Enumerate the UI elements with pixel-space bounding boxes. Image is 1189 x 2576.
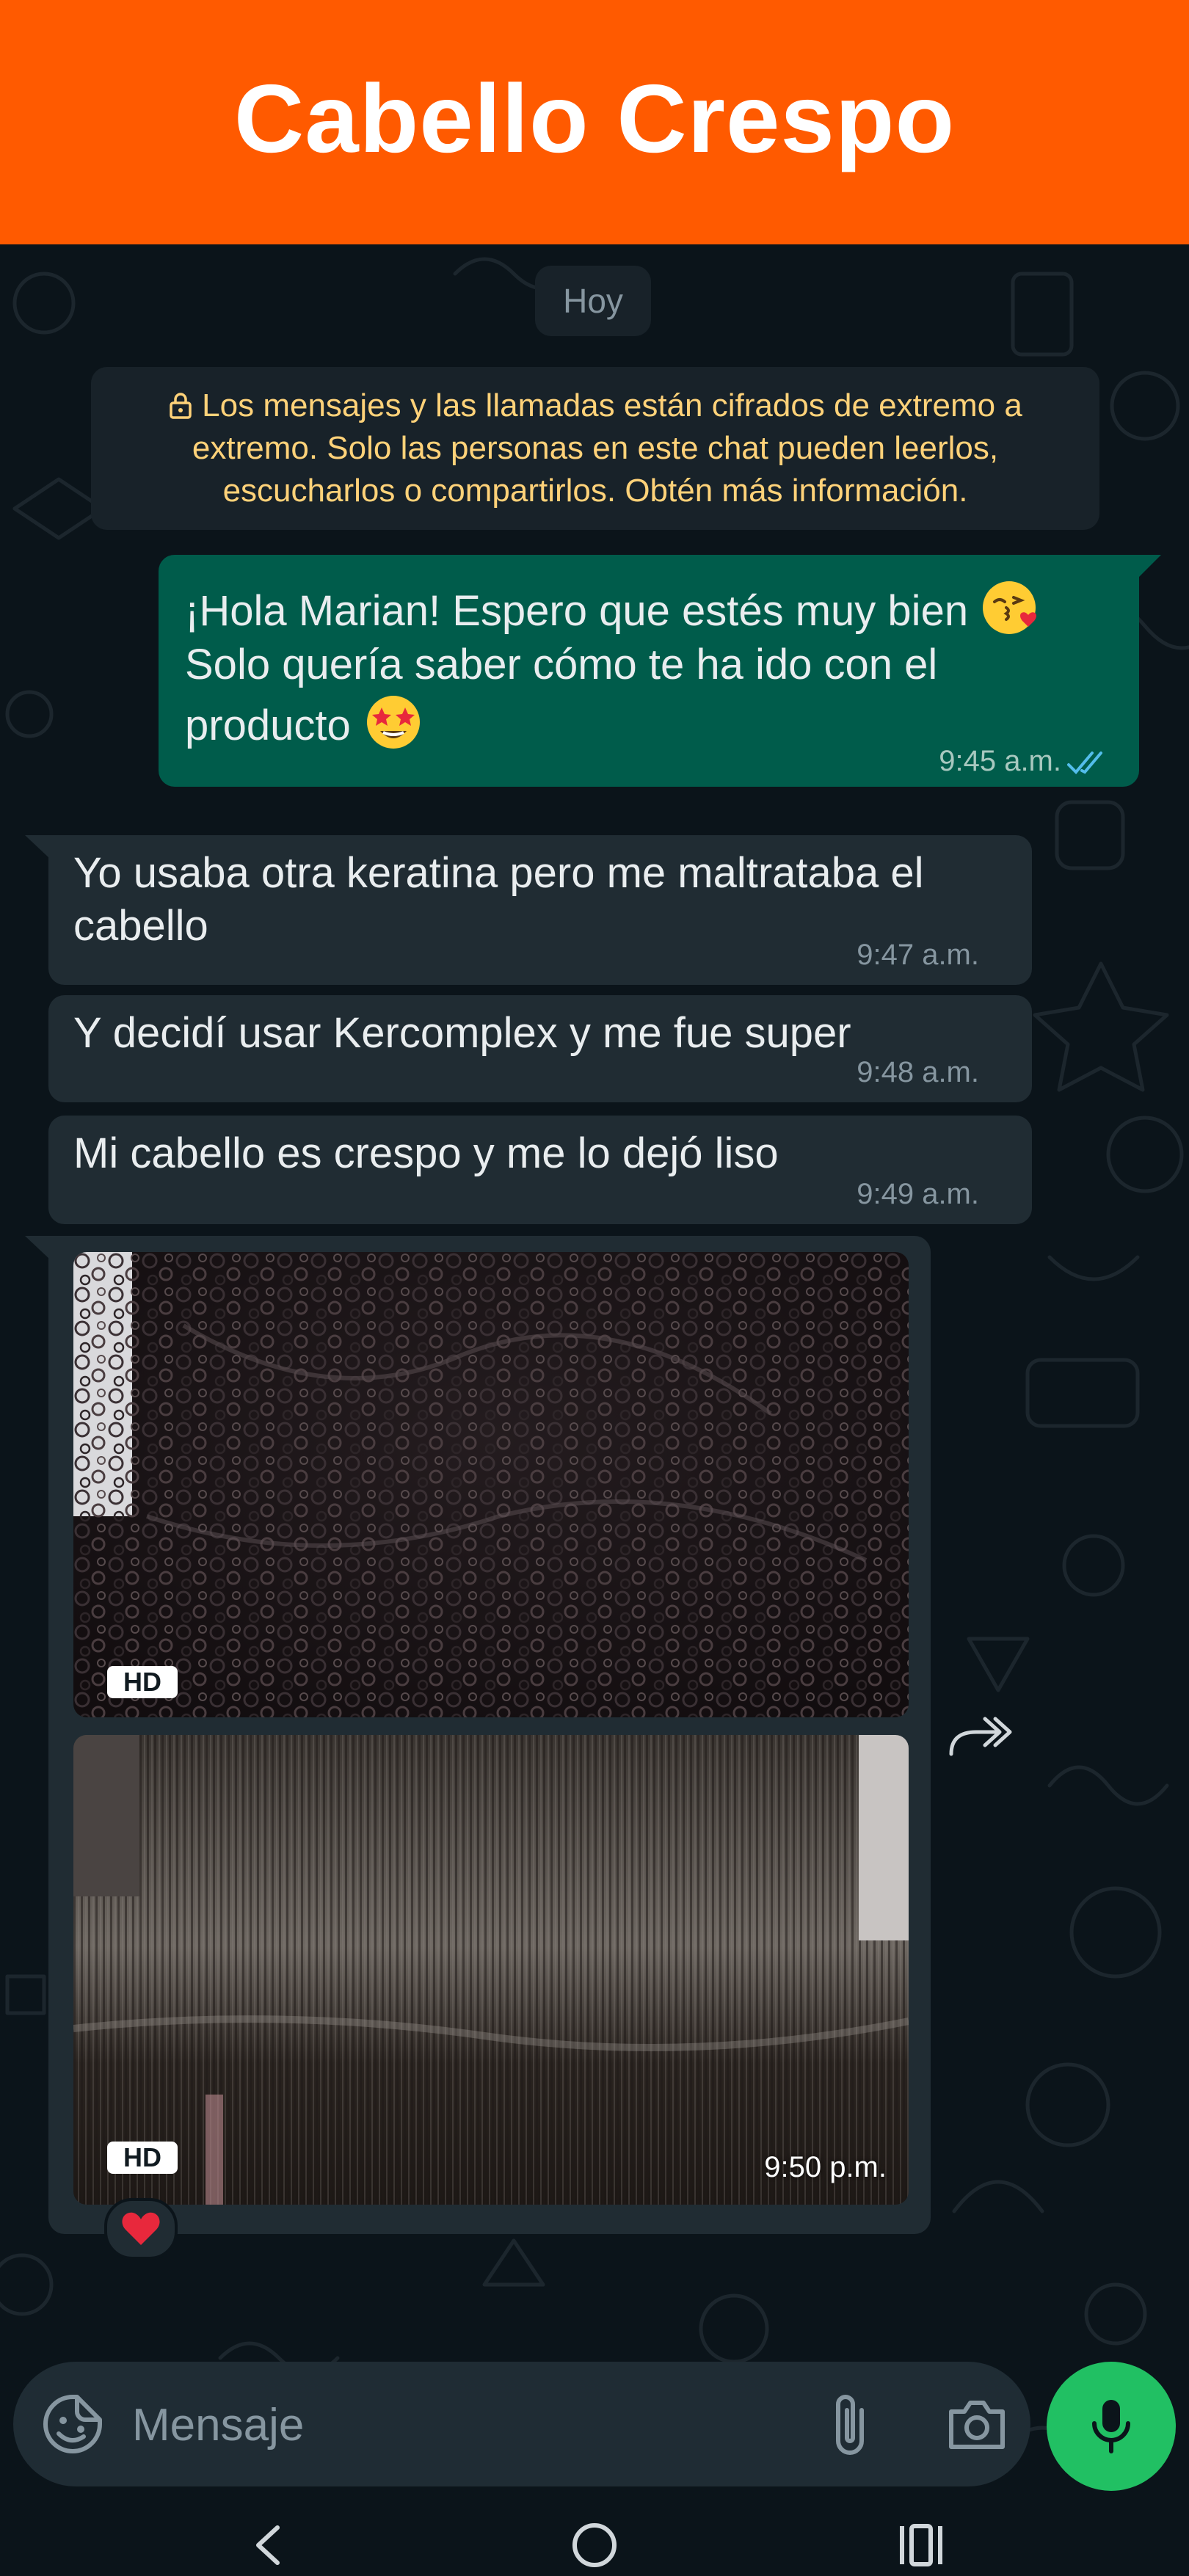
camera-icon[interactable]: [944, 2391, 1010, 2457]
encryption-notice-text: Los mensajes y las llamadas están cifrad…: [192, 388, 1022, 509]
incoming-message-time: 9:47 a.m.: [857, 939, 979, 971]
read-ticks-icon: [1067, 752, 1102, 774]
incoming-bubble-tail: [25, 835, 50, 859]
hd-badge: HD: [107, 2142, 178, 2174]
incoming-message-time: 9:49 a.m.: [857, 1178, 979, 1210]
chat-screen: Cabello Crespo Hoy Los mensajes y las ll…: [0, 0, 1189, 2576]
incoming-message-text: Mi cabello es crespo y me lo dejó liso: [73, 1129, 779, 1177]
photo-message-time: 9:50 p.m.: [764, 2151, 887, 2183]
chat-header: Cabello Crespo: [0, 0, 1189, 244]
page-title: Cabello Crespo: [233, 65, 956, 172]
outgoing-text-part1: ¡Hola Marian! Espero que estés muy bien: [185, 587, 969, 635]
outgoing-text-part2: Solo quería saber cómo te ha ido con el …: [185, 641, 938, 749]
incoming-bubble-tail: [25, 1236, 50, 1259]
incoming-message[interactable]: Yo usaba otra keratina pero me maltratab…: [48, 835, 1032, 985]
back-icon: [256, 2525, 280, 2565]
nav-home-button[interactable]: [561, 2512, 628, 2576]
straight-hair-image: [73, 1735, 909, 2205]
incoming-message-text: Y decidí usar Kercomplex y me fue super: [73, 1009, 851, 1057]
date-chip: Hoy: [535, 266, 651, 336]
heart-reaction[interactable]: [104, 2198, 178, 2260]
outgoing-message-text: ¡Hola Marian! Espero que estés muy bien …: [185, 577, 1110, 753]
curly-hair-image: [73, 1252, 909, 1717]
nav-back-button[interactable]: [235, 2512, 301, 2576]
encryption-notice[interactable]: Los mensajes y las llamadas están cifrad…: [91, 367, 1099, 530]
microphone-icon: [1092, 2400, 1130, 2453]
heart-icon: [122, 2212, 160, 2245]
system-navigation-bar: [0, 2499, 1189, 2576]
message-input[interactable]: [131, 2384, 794, 2466]
outgoing-message-time: 9:45 a.m.: [939, 745, 1061, 777]
outgoing-message[interactable]: ¡Hola Marian! Espero que estés muy bien …: [159, 555, 1139, 787]
star-struck-emoji-icon: [366, 696, 420, 749]
recents-icon: [900, 2524, 942, 2566]
kissing-heart-emoji-icon: [983, 581, 1037, 634]
hd-badge: HD: [107, 1666, 178, 1698]
voice-message-button[interactable]: [1047, 2362, 1176, 2491]
photo-before-curly-hair[interactable]: HD: [73, 1252, 909, 1717]
incoming-message[interactable]: Y decidí usar Kercomplex y me fue super …: [48, 995, 1032, 1102]
photo-after-straight-hair[interactable]: HD 9:50 p.m.: [73, 1735, 909, 2205]
incoming-message-time: 9:48 a.m.: [857, 1056, 979, 1088]
message-composer: [13, 2362, 1030, 2486]
nav-recents-button[interactable]: [888, 2512, 954, 2576]
incoming-message[interactable]: Mi cabello es crespo y me lo dejó liso 9…: [48, 1116, 1032, 1224]
incoming-message-text: Yo usaba otra keratina pero me maltratab…: [73, 849, 924, 950]
lock-icon: [170, 393, 192, 419]
sticker-icon[interactable]: [40, 2391, 106, 2457]
attachment-icon[interactable]: [821, 2388, 879, 2462]
outgoing-bubble-tail: [1138, 555, 1161, 578]
forward-icon: [949, 1717, 1012, 1756]
photo-album-message[interactable]: HD HD 9:50 p.m.: [48, 1236, 931, 2234]
home-icon: [572, 2523, 617, 2567]
forward-button[interactable]: [939, 1701, 1020, 1767]
